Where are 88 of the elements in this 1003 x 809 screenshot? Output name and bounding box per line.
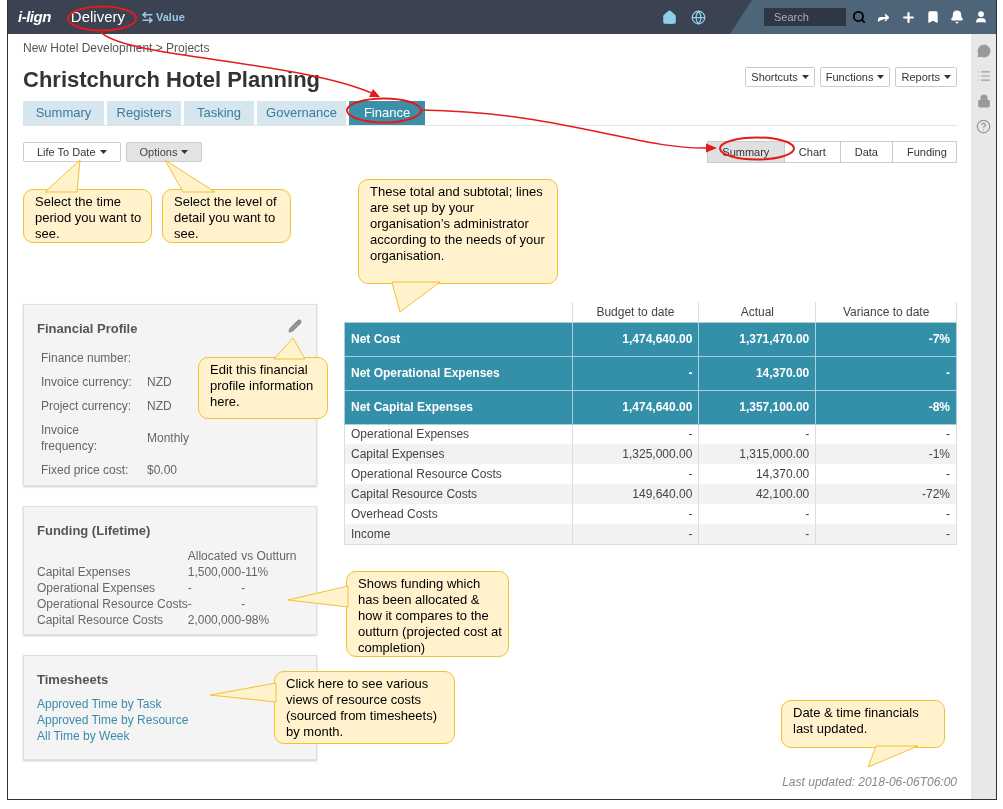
plus-icon[interactable] — [901, 9, 916, 25]
table-cell: - — [572, 524, 699, 544]
callout-pointer — [391, 281, 441, 313]
caret-icon — [877, 75, 885, 79]
dropdown-button[interactable]: Options — [125, 142, 203, 162]
field-value: $0.00 — [147, 461, 178, 478]
menu-button[interactable]: Functions — [819, 67, 891, 87]
table-cell: 1,474,640.00 — [572, 322, 699, 356]
column-header: Actual — [698, 302, 816, 322]
row-label: Income — [344, 524, 573, 544]
panel-title: Financial Profile — [37, 320, 138, 338]
swap-icon — [141, 10, 154, 24]
timesheet-link[interactable]: Approved Time by Task — [37, 695, 162, 712]
table-cell: -8% — [815, 390, 957, 424]
search-field[interactable]: Search — [764, 8, 846, 26]
field-label: Invoice currency: — [41, 373, 133, 390]
column-header: Variance to date — [815, 302, 957, 322]
field-label: Project currency: — [41, 397, 133, 414]
field-value: NZD — [147, 373, 172, 390]
globe-icon[interactable] — [691, 9, 706, 25]
column-header: vs Outturn — [241, 547, 298, 564]
page-title: Christchurch Hotel Planning — [23, 66, 321, 94]
module-link[interactable]: Delivery — [66, 5, 129, 29]
bell-icon[interactable] — [950, 10, 964, 24]
row-label: Capital Resource Costs — [37, 611, 165, 628]
field-label: Finance number: — [41, 349, 133, 366]
table-cell: 1,500,000 — [187, 563, 242, 580]
column-header: Budget to date — [572, 302, 699, 322]
field-value: NZD — [147, 397, 172, 414]
row-label: Operational Resource Costs — [37, 595, 188, 612]
caret-icon — [99, 150, 107, 154]
table-cell: -7% — [815, 322, 957, 356]
table-cell-text: - — [241, 595, 247, 612]
tab[interactable]: Tasking — [184, 101, 254, 125]
user-icon[interactable] — [974, 10, 988, 24]
callout: Click here to see various views of resource costs (sourced from timesheets) by month. — [274, 671, 455, 744]
timesheet-link[interactable]: Approved Time by Resource — [37, 711, 189, 728]
table-cell-text: - — [241, 579, 247, 596]
table-cell: - — [572, 356, 699, 390]
table-cell: - — [815, 356, 957, 390]
table-cell-text: - — [187, 595, 193, 612]
table-cell: 1,474,640.00 — [572, 390, 699, 424]
caret-icon — [944, 75, 951, 79]
bookmark-icon[interactable] — [926, 10, 940, 24]
callout-pointer — [164, 159, 216, 193]
caret-icon — [181, 150, 189, 154]
callout-pointer — [867, 745, 919, 768]
row-label: Operational Expenses — [37, 579, 157, 596]
callout-pointer — [44, 159, 81, 193]
table-cell: 1,371,470.00 — [698, 322, 816, 356]
module-link[interactable]: Value — [141, 8, 185, 26]
search-icon[interactable] — [852, 10, 866, 24]
tab[interactable]: Registers — [107, 101, 181, 125]
table-cell-text: -11% — [241, 563, 270, 580]
app-logo: i-lign — [18, 6, 51, 27]
panel-title: Funding (Lifetime) — [37, 522, 151, 540]
field-value: Monthly — [147, 429, 190, 446]
column-header: Allocated — [187, 547, 239, 564]
table-cell: - — [815, 524, 957, 544]
table-cell-text: -98% — [241, 611, 271, 628]
timesheet-link[interactable]: All Time by Week — [37, 727, 130, 744]
table-cell: 1,357,100.00 — [698, 390, 816, 424]
panel-title: Timesheets — [37, 671, 109, 689]
last-updated-text: Last updated: 2018-06-06T06:00 — [782, 774, 957, 791]
callout-pointer — [273, 337, 306, 360]
dropdown-button[interactable]: Life To Date — [23, 142, 121, 162]
table-cell: - — [698, 524, 816, 544]
table-cell: 2,000,000 — [187, 611, 242, 628]
row-label: Net Cost — [344, 322, 573, 356]
tab[interactable]: Summary — [23, 101, 104, 125]
highlight-ellipse — [67, 5, 137, 32]
pencil-icon[interactable] — [288, 319, 302, 333]
callout-pointer — [287, 585, 349, 608]
home-icon[interactable] — [662, 9, 677, 25]
row-label: Net Operational Expenses — [344, 356, 573, 390]
row-label: Net Capital Expenses — [344, 390, 573, 424]
caret-icon — [801, 75, 809, 79]
callout-pointer — [209, 682, 277, 703]
field-label: Invoice frequency: — [41, 421, 99, 454]
menu-button[interactable]: Reports — [895, 67, 957, 87]
row-label: Capital Expenses — [37, 563, 132, 580]
callout: Shows funding which has been allocated & how it compares to the outturn (projected cost at completion) — [346, 571, 509, 657]
table-cell-text: - — [187, 579, 193, 596]
field-label: Fixed price cost: — [41, 461, 130, 478]
tab[interactable]: Governance — [257, 101, 346, 125]
table-cell: 14,370.00 — [698, 356, 816, 390]
callout: These total and subtotal; lines are set up by your organisation’s administrator according to the needs of your organisation. — [358, 179, 558, 284]
menu-button[interactable]: Shortcuts — [745, 67, 815, 87]
